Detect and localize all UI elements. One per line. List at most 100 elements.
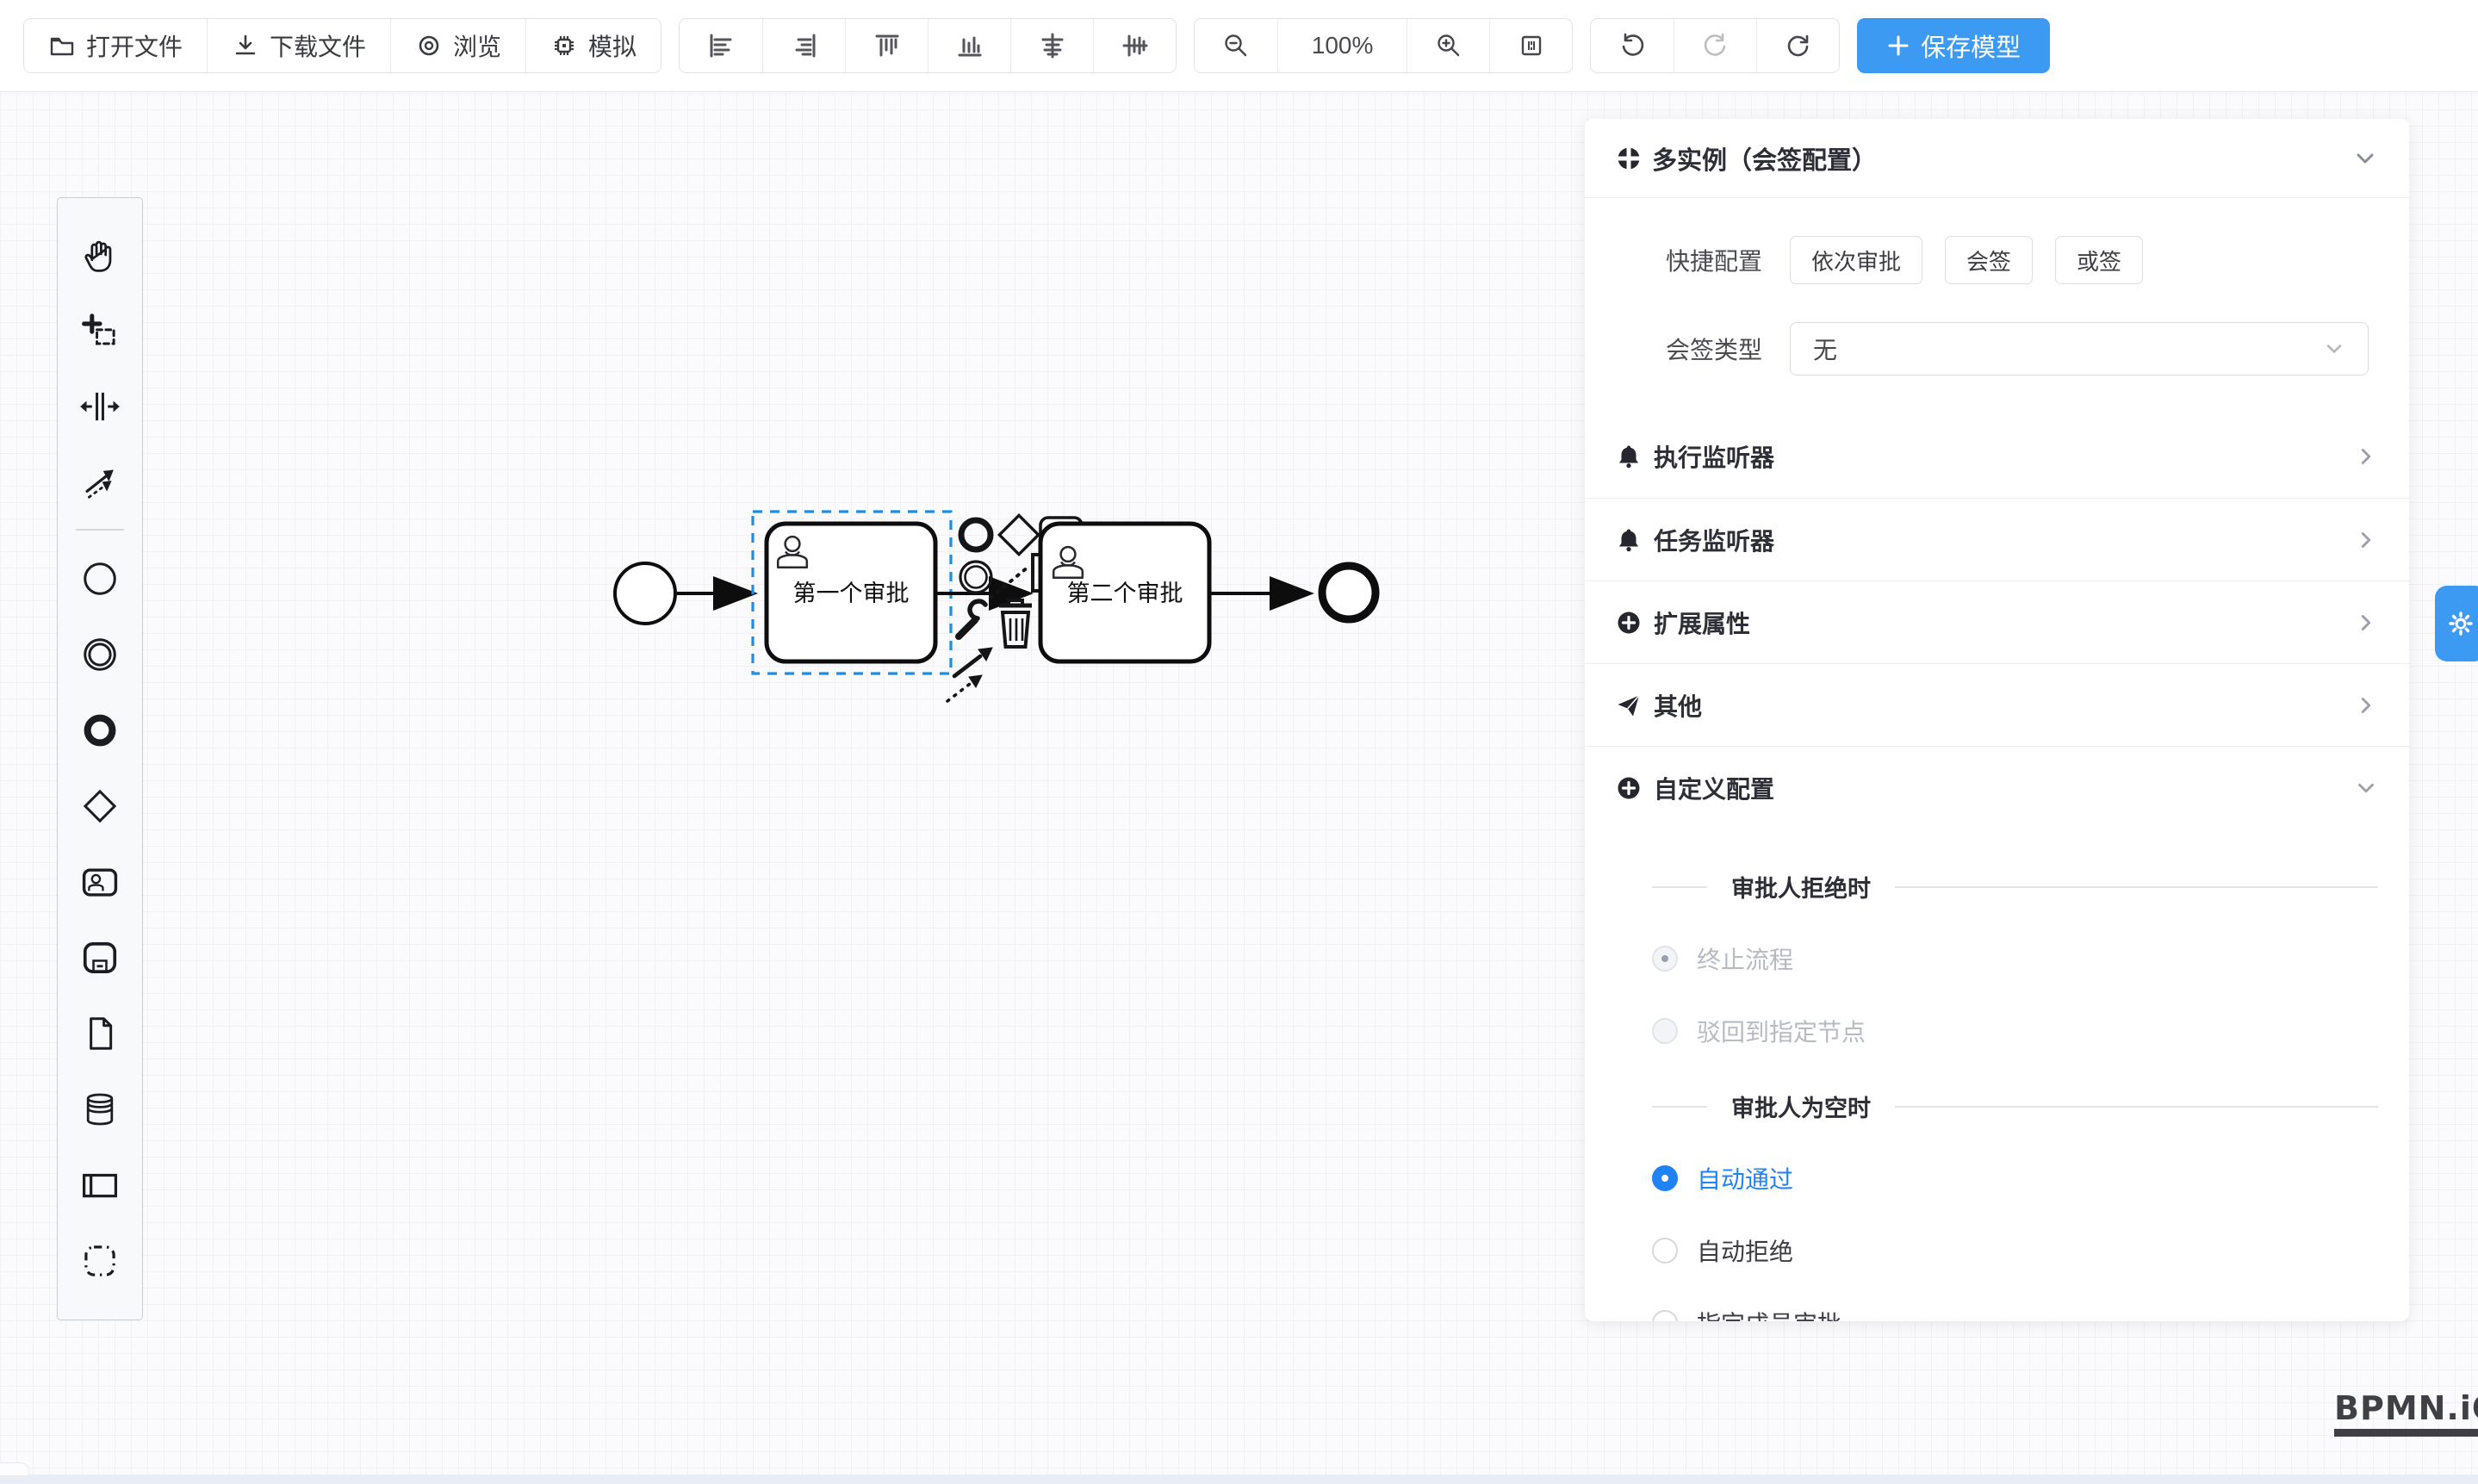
connect-tool-icon[interactable] bbox=[947, 648, 992, 701]
hand-tool[interactable] bbox=[58, 217, 142, 293]
append-end-event-icon[interactable] bbox=[961, 520, 991, 550]
replace-tool-icon[interactable] bbox=[959, 601, 985, 636]
delete-tool-icon[interactable] bbox=[999, 600, 1032, 647]
create-data-object[interactable] bbox=[58, 996, 142, 1071]
download-file-button[interactable]: 下载文件 bbox=[207, 19, 390, 72]
fit-viewport-button[interactable] bbox=[1489, 19, 1572, 72]
data-store-icon bbox=[80, 1090, 120, 1129]
reset-icon bbox=[1784, 31, 1813, 60]
quick-config-options: 依次审批 会签 或签 bbox=[1790, 236, 2143, 284]
radio-return-to-node[interactable]: 驳回到指定节点 bbox=[1652, 1014, 2378, 1048]
create-gateway[interactable] bbox=[58, 768, 142, 844]
chevron-down-icon bbox=[2352, 146, 2378, 171]
space-tool[interactable] bbox=[58, 369, 142, 444]
start-event-shape[interactable] bbox=[615, 563, 675, 624]
reset-button[interactable] bbox=[1756, 19, 1839, 72]
radio-auto-pass[interactable]: 自动通过 bbox=[1652, 1161, 2378, 1195]
divider-line bbox=[1895, 886, 2378, 888]
quick-config-sequential-button[interactable]: 依次审批 bbox=[1790, 236, 1922, 284]
section-approver-reject: 审批人拒绝时 bbox=[1616, 870, 2378, 903]
divider-line bbox=[1895, 1106, 2378, 1108]
multi-instance-icon bbox=[1616, 146, 1642, 171]
preview-button[interactable]: 浏览 bbox=[390, 19, 525, 72]
settings-fab[interactable] bbox=[2435, 586, 2478, 661]
undo-button[interactable] bbox=[1591, 19, 1674, 72]
toolbar: 打开文件 下载文件 浏览 模 bbox=[0, 0, 2478, 92]
row-label: 自定义配置 bbox=[1654, 771, 2342, 805]
align-center-vertical-button[interactable] bbox=[1093, 19, 1176, 72]
sign-type-select[interactable]: 无 bbox=[1790, 322, 2369, 376]
download-file-label: 下载文件 bbox=[270, 28, 366, 63]
bpmn-io-watermark[interactable]: BPMN.iO bbox=[2334, 1389, 2478, 1437]
quick-config-orsign-button[interactable]: 或签 bbox=[2055, 236, 2143, 284]
chevron-down-icon bbox=[2323, 338, 2345, 360]
append-gateway-icon[interactable] bbox=[999, 515, 1038, 554]
plus-circle-icon bbox=[1616, 775, 1642, 801]
quick-config-countersign-button[interactable]: 会签 bbox=[1945, 236, 2033, 284]
zoom-in-button[interactable] bbox=[1407, 19, 1489, 72]
create-end-event[interactable] bbox=[58, 692, 142, 768]
create-group[interactable] bbox=[58, 1223, 142, 1299]
redo-button[interactable] bbox=[1674, 19, 1756, 72]
align-center-horizontal-button[interactable] bbox=[1010, 19, 1093, 72]
quick-config-row: 快捷配置 依次审批 会签 或签 bbox=[1616, 236, 2378, 284]
create-participant[interactable] bbox=[58, 1147, 142, 1223]
align-bottom-icon bbox=[955, 31, 984, 60]
row-custom-config[interactable]: 自定义配置 bbox=[1585, 746, 2409, 829]
redo-icon bbox=[1701, 31, 1730, 60]
folder-open-icon bbox=[48, 32, 76, 59]
chevron-down-icon bbox=[2354, 776, 2378, 800]
task-first-approval[interactable]: 第一个审批 bbox=[767, 524, 935, 661]
align-top-icon bbox=[873, 31, 902, 60]
palette-separator bbox=[76, 529, 124, 531]
create-user-task[interactable] bbox=[58, 844, 142, 920]
preview-icon bbox=[415, 32, 443, 59]
simulate-label: 模拟 bbox=[588, 28, 637, 63]
simulate-button[interactable]: 模拟 bbox=[525, 19, 661, 72]
row-execution-listener[interactable]: 执行监听器 bbox=[1585, 415, 2409, 498]
hand-icon bbox=[80, 235, 120, 275]
panel-header-multi-instance[interactable]: 多实例（会签配置） bbox=[1585, 119, 2409, 198]
radio-label: 驳回到指定节点 bbox=[1697, 1014, 1866, 1048]
row-label: 任务监听器 bbox=[1654, 523, 2342, 557]
save-model-button[interactable]: 保存模型 bbox=[1857, 18, 2050, 73]
align-right-button[interactable] bbox=[762, 19, 845, 72]
radio-label: 自动拒绝 bbox=[1697, 1233, 1793, 1268]
create-start-event[interactable] bbox=[58, 541, 142, 617]
palette bbox=[57, 197, 143, 1320]
align-top-button[interactable] bbox=[845, 19, 928, 72]
append-text-annotation-icon[interactable] bbox=[991, 555, 1046, 598]
radio-assign-member[interactable]: 指定成员审批 bbox=[1652, 1306, 2378, 1321]
radio-label: 自动通过 bbox=[1697, 1161, 1793, 1195]
row-extension-properties[interactable]: 扩展属性 bbox=[1585, 581, 2409, 663]
zoom-level[interactable]: 100% bbox=[1277, 19, 1407, 72]
bottom-scroll-strip[interactable] bbox=[0, 1475, 2478, 1484]
preview-label: 浏览 bbox=[453, 28, 501, 63]
task-label: 第一个审批 bbox=[793, 581, 910, 606]
subprocess-icon bbox=[80, 938, 120, 978]
download-icon bbox=[232, 32, 259, 59]
radio-label: 终止流程 bbox=[1697, 941, 1793, 976]
task-second-approval[interactable]: 第二个审批 bbox=[1040, 524, 1209, 661]
lasso-tool[interactable] bbox=[58, 293, 142, 369]
radio-auto-reject[interactable]: 自动拒绝 bbox=[1652, 1233, 2378, 1268]
row-other[interactable]: 其他 bbox=[1585, 663, 2409, 746]
create-data-store[interactable] bbox=[58, 1071, 142, 1147]
create-subprocess[interactable] bbox=[58, 920, 142, 996]
radio-terminate-process[interactable]: 终止流程 bbox=[1652, 941, 2378, 976]
bpmn-io-logo-bar bbox=[2334, 1429, 2478, 1437]
radio-circle bbox=[1652, 1165, 1678, 1191]
align-left-button[interactable] bbox=[680, 19, 762, 72]
data-object-icon bbox=[80, 1014, 120, 1053]
zoom-out-button[interactable] bbox=[1195, 19, 1277, 72]
participant-icon bbox=[80, 1165, 120, 1205]
open-file-button[interactable]: 打开文件 bbox=[24, 19, 207, 72]
row-task-listener[interactable]: 任务监听器 bbox=[1585, 498, 2409, 581]
global-connect-tool[interactable] bbox=[58, 444, 142, 520]
create-intermediate-event[interactable] bbox=[58, 617, 142, 692]
align-bottom-button[interactable] bbox=[928, 19, 1010, 72]
chevron-right-icon bbox=[2354, 611, 2378, 635]
panel-title: 多实例（会签配置） bbox=[1652, 140, 2342, 177]
properties-panel: 多实例（会签配置） 快捷配置 依次审批 会签 或签 会签类型 无 bbox=[1585, 119, 2409, 1321]
end-event-shape[interactable] bbox=[1322, 566, 1376, 619]
